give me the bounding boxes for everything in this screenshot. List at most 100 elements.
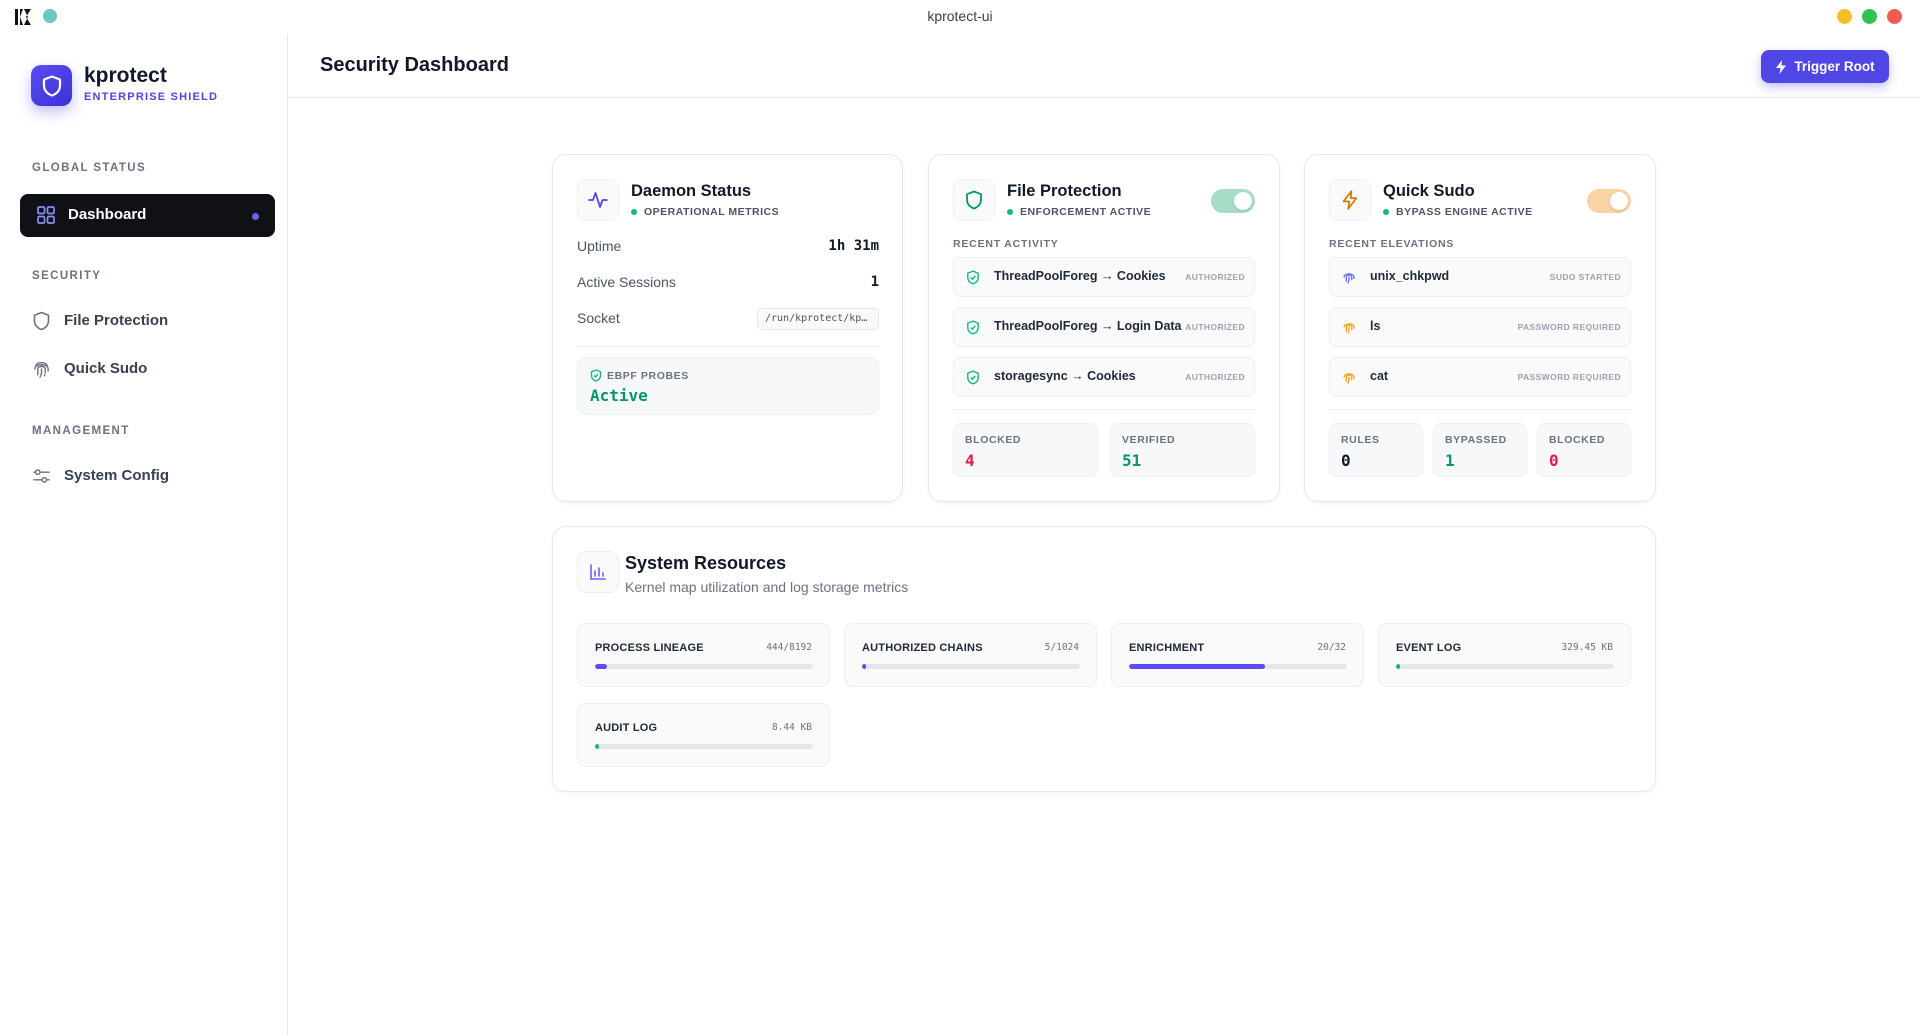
grid-icon bbox=[37, 206, 55, 224]
stat-bypassed: BYPASSED 1 bbox=[1433, 423, 1527, 477]
sidebar-item-system-config[interactable]: System Config bbox=[20, 456, 275, 496]
trigger-root-button[interactable]: Trigger Root bbox=[1761, 50, 1889, 83]
progress-track bbox=[595, 664, 813, 669]
card-status: OPERATIONAL METRICS bbox=[631, 206, 779, 218]
stat-value: 0 bbox=[1549, 451, 1559, 470]
probe-label-text: EBPF PROBES bbox=[607, 369, 689, 382]
sidebar-item-dashboard[interactable]: Dashboard bbox=[20, 194, 275, 237]
shield-check-icon bbox=[967, 270, 979, 285]
section-label-security: SECURITY bbox=[32, 270, 102, 282]
card-subtitle: Kernel map utilization and log storage m… bbox=[625, 579, 909, 595]
resource-audit-log: AUDIT LOG 8.44 KB bbox=[577, 703, 830, 767]
stat-blocked: BLOCKED 0 bbox=[1537, 423, 1631, 477]
resource-value: 329.45 KB bbox=[1561, 642, 1613, 653]
sidebar: kprotect ENTERPRISE SHIELD GLOBAL STATUS… bbox=[0, 34, 288, 1035]
status-badge: PASSWORD REQUIRED bbox=[1517, 322, 1621, 332]
status-dot-icon bbox=[1007, 209, 1013, 215]
lightning-icon bbox=[1776, 59, 1787, 74]
resource-value: 444/8192 bbox=[766, 642, 812, 653]
metric-active-sessions: Active Sessions 1 bbox=[577, 274, 879, 296]
socket-path-value: /run/kprotect/kp… bbox=[757, 308, 879, 330]
card-title: Quick Sudo bbox=[1383, 182, 1475, 200]
resource-label: AUTHORIZED CHAINS bbox=[862, 642, 983, 654]
ebpf-probes-box: EBPF PROBES Active bbox=[577, 357, 879, 415]
lightning-icon bbox=[1329, 179, 1371, 221]
stat-rules: RULES 0 bbox=[1329, 423, 1423, 477]
toggle-knob bbox=[1234, 192, 1252, 210]
resource-value: 20/32 bbox=[1317, 642, 1346, 653]
stat-value: 0 bbox=[1341, 451, 1351, 470]
title-bar: kprotect-ui bbox=[0, 0, 1920, 34]
resource-label: EVENT LOG bbox=[1396, 642, 1462, 654]
quick-sudo-toggle[interactable] bbox=[1587, 189, 1631, 213]
sidebar-item-label: Quick Sudo bbox=[64, 360, 148, 377]
activity-text: ThreadPoolForeg → Login Data bbox=[994, 319, 1182, 333]
system-resources-card: System Resources Kernel map utilization … bbox=[552, 526, 1656, 792]
shield-check-icon bbox=[590, 369, 602, 382]
progress-fill bbox=[1396, 664, 1401, 669]
sidebar-item-label: File Protection bbox=[64, 312, 169, 329]
progress-track bbox=[1396, 664, 1614, 669]
close-button[interactable] bbox=[1887, 9, 1902, 24]
stat-label: BLOCKED bbox=[965, 434, 1022, 446]
progress-fill bbox=[862, 664, 867, 669]
list-item[interactable]: storagesync → Cookies AUTHORIZED bbox=[953, 357, 1255, 397]
status-dot-icon bbox=[1383, 209, 1389, 215]
elevation-text: unix_chkpwd bbox=[1370, 269, 1450, 283]
resource-process-lineage: PROCESS LINEAGE 444/8192 bbox=[577, 623, 830, 687]
activity-icon bbox=[577, 179, 619, 221]
fingerprint-icon bbox=[34, 361, 49, 378]
list-item[interactable]: cat PASSWORD REQUIRED bbox=[1329, 357, 1631, 397]
stat-verified: VERIFIED 51 bbox=[1110, 423, 1255, 477]
list-item[interactable]: ls PASSWORD REQUIRED bbox=[1329, 307, 1631, 347]
list-item[interactable]: ThreadPoolForeg → Login Data AUTHORIZED bbox=[953, 307, 1255, 347]
window-title: kprotect-ui bbox=[927, 8, 993, 24]
fingerprint-icon bbox=[1343, 273, 1355, 284]
bar-chart-icon bbox=[577, 551, 619, 593]
status-badge: SUDO STARTED bbox=[1549, 272, 1621, 282]
metric-label: Active Sessions bbox=[577, 274, 676, 290]
fingerprint-icon bbox=[1343, 373, 1355, 384]
fingerprint-icon bbox=[1343, 323, 1355, 334]
metric-uptime: Uptime 1h 31m bbox=[577, 238, 879, 260]
list-label: RECENT ELEVATIONS bbox=[1329, 238, 1455, 250]
brand-subtitle: ENTERPRISE SHIELD bbox=[84, 91, 219, 103]
list-item[interactable]: unix_chkpwd SUDO STARTED bbox=[1329, 257, 1631, 297]
progress-track bbox=[1129, 664, 1347, 669]
probe-label: EBPF PROBES bbox=[590, 369, 689, 382]
shield-check-icon bbox=[967, 320, 979, 335]
resource-enrichment: ENRICHMENT 20/32 bbox=[1111, 623, 1364, 687]
sidebar-item-file-protection[interactable]: File Protection bbox=[20, 301, 275, 341]
active-indicator-dot bbox=[252, 213, 259, 220]
elevation-text: ls bbox=[1370, 319, 1381, 333]
progress-fill bbox=[595, 744, 600, 749]
file-protection-toggle[interactable] bbox=[1211, 189, 1255, 213]
section-label-management: MANAGEMENT bbox=[32, 425, 130, 437]
sliders-icon bbox=[33, 469, 50, 483]
progress-fill bbox=[1129, 664, 1266, 669]
list-item[interactable]: ThreadPoolForeg → Cookies AUTHORIZED bbox=[953, 257, 1255, 297]
stat-value: 4 bbox=[965, 451, 975, 470]
maximize-button[interactable] bbox=[1862, 9, 1877, 24]
elevation-text: cat bbox=[1370, 369, 1389, 383]
shield-icon bbox=[33, 311, 50, 331]
metric-label: Uptime bbox=[577, 238, 622, 254]
progress-fill bbox=[595, 664, 607, 669]
list-label: RECENT ACTIVITY bbox=[953, 238, 1059, 250]
sidebar-item-label: System Config bbox=[64, 467, 170, 484]
brand-shield-icon bbox=[31, 65, 72, 106]
resource-value: 8.44 KB bbox=[771, 722, 812, 733]
status-badge: PASSWORD REQUIRED bbox=[1517, 372, 1621, 382]
card-title: Daemon Status bbox=[631, 182, 752, 200]
resource-authorized-chains: AUTHORIZED CHAINS 5/1024 bbox=[844, 623, 1097, 687]
card-status: BYPASS ENGINE ACTIVE bbox=[1383, 206, 1533, 218]
shield-icon bbox=[953, 179, 995, 221]
sidebar-item-quick-sudo[interactable]: Quick Sudo bbox=[20, 349, 275, 389]
activity-text: storagesync → Cookies bbox=[994, 369, 1136, 383]
toggle-knob bbox=[1610, 192, 1628, 210]
stat-label: BYPASSED bbox=[1445, 434, 1507, 446]
status-badge: AUTHORIZED bbox=[1185, 272, 1245, 282]
minimize-button[interactable] bbox=[1837, 9, 1852, 24]
page-header: Security Dashboard Trigger Root bbox=[289, 34, 1920, 98]
card-title: File Protection bbox=[1007, 182, 1122, 200]
